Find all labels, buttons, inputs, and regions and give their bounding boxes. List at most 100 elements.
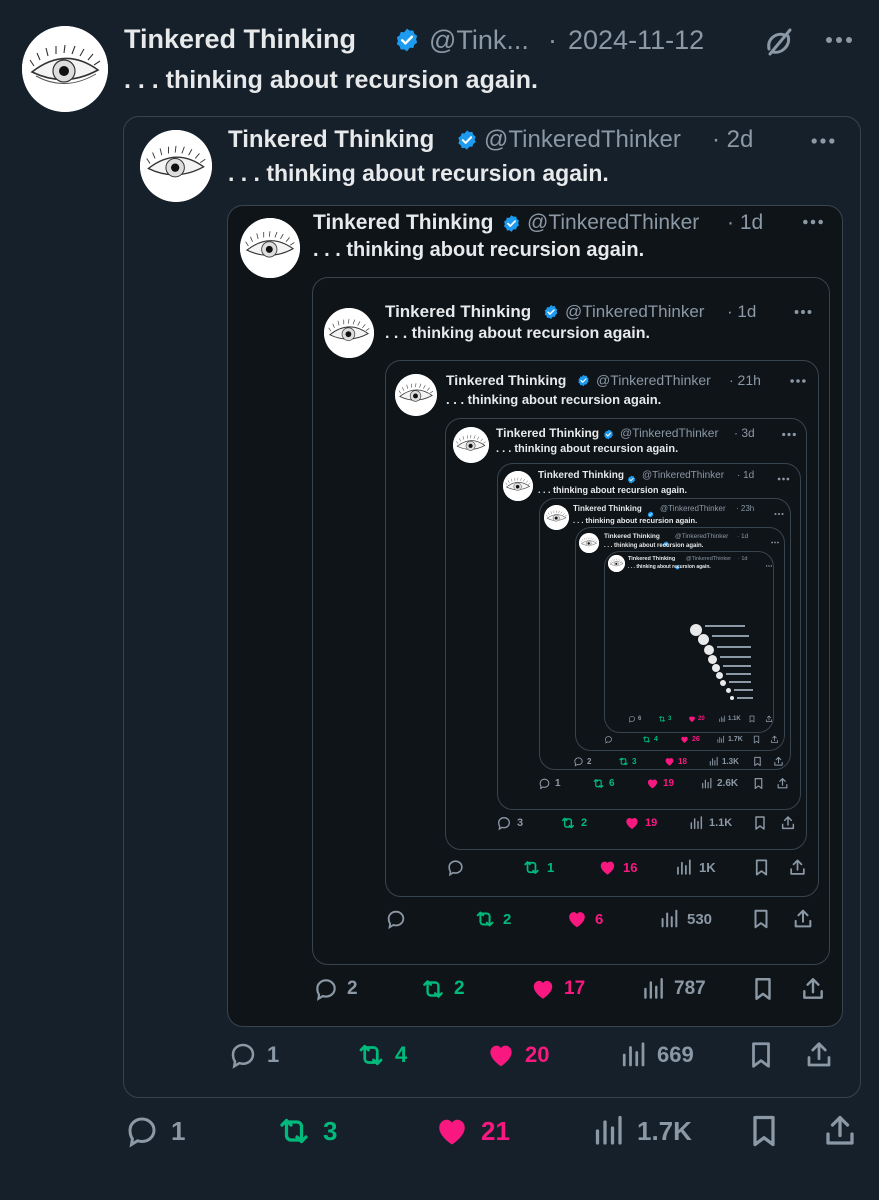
views-button[interactable]: 1.3K [708, 756, 739, 767]
retweet-button[interactable]: 2 [474, 908, 511, 930]
like-button[interactable]: 26 [680, 735, 700, 744]
like-button[interactable]: 18 [664, 756, 687, 767]
share-button[interactable] [800, 976, 826, 1002]
author-name[interactable]: Tinkered Thinking [538, 470, 624, 481]
avatar[interactable] [503, 471, 533, 501]
share-button[interactable] [788, 858, 807, 877]
views-button[interactable]: 1.1K [718, 715, 741, 723]
share-button[interactable] [773, 756, 784, 767]
avatar[interactable] [240, 218, 300, 278]
retweet-button[interactable]: 2 [560, 815, 587, 831]
author-name[interactable]: Tinkered Thinking [573, 504, 642, 513]
more-icon[interactable] [776, 471, 791, 489]
avatar[interactable] [324, 308, 374, 358]
share-button[interactable] [770, 735, 779, 744]
more-icon[interactable] [765, 556, 773, 574]
reply-button[interactable]: 1 [124, 1113, 185, 1149]
like-button[interactable]: 16 [598, 858, 637, 877]
post-time[interactable]: · 21h [729, 372, 761, 388]
share-button[interactable] [780, 815, 796, 831]
author-name[interactable]: Tinkered Thinking [228, 126, 434, 154]
retweet-button[interactable]: 4 [642, 735, 658, 744]
views-button[interactable]: 1.7K [716, 735, 743, 744]
views-button[interactable]: 669 [618, 1040, 694, 1070]
bookmark-button[interactable] [748, 715, 756, 723]
post-time[interactable]: · 1d [727, 302, 756, 322]
post-time[interactable]: · 1d [738, 556, 747, 562]
avatar[interactable] [22, 26, 108, 112]
more-icon[interactable] [788, 374, 808, 392]
reply-button[interactable]: 1 [228, 1040, 279, 1070]
more-icon[interactable] [800, 214, 826, 235]
more-icon[interactable] [780, 427, 798, 445]
author-handle[interactable]: @TinkeredThinker [596, 372, 711, 388]
author-name[interactable]: Tinkered Thinking [124, 24, 356, 55]
reply-button[interactable] [385, 908, 407, 930]
views-button[interactable]: 1K [674, 858, 716, 877]
reply-button[interactable] [604, 735, 613, 744]
more-icon[interactable] [792, 305, 814, 324]
bookmark-button[interactable] [752, 777, 765, 790]
like-button[interactable]: 6 [566, 908, 603, 930]
like-button[interactable]: 21 [434, 1113, 510, 1149]
bookmark-button[interactable] [746, 1113, 782, 1149]
like-button[interactable]: 20 [688, 715, 705, 723]
retweet-button[interactable]: 3 [276, 1113, 337, 1149]
share-button[interactable] [776, 777, 789, 790]
author-name[interactable]: Tinkered Thinking [604, 533, 660, 540]
more-icon[interactable] [773, 505, 785, 523]
author-handle[interactable]: @TinkeredThinker [642, 470, 724, 481]
author-name[interactable]: Tinkered Thinking [628, 556, 675, 562]
reply-button[interactable]: 3 [496, 815, 523, 831]
quoted-tweet[interactable] [604, 551, 774, 733]
views-button[interactable]: 2.6K [700, 777, 738, 790]
avatar[interactable] [395, 374, 437, 416]
like-button[interactable]: 20 [486, 1040, 549, 1070]
post-time[interactable]: · 3d [734, 426, 755, 440]
like-button[interactable]: 19 [624, 815, 657, 831]
views-button[interactable]: 1.1K [688, 815, 732, 831]
grok-icon[interactable] [764, 27, 794, 57]
post-time[interactable]: · 1d [737, 470, 754, 481]
like-button[interactable]: 17 [530, 976, 585, 1002]
author-handle[interactable]: @Tink... [429, 25, 529, 56]
more-icon[interactable] [808, 132, 838, 155]
like-button[interactable]: 19 [646, 777, 674, 790]
author-name[interactable]: Tinkered Thinking [446, 372, 566, 388]
reply-button[interactable] [446, 858, 465, 877]
bookmark-button[interactable] [750, 908, 772, 930]
retweet-button[interactable]: 2 [420, 976, 465, 1002]
views-button[interactable]: 530 [658, 908, 712, 930]
author-name[interactable]: Tinkered Thinking [496, 426, 599, 440]
author-name[interactable]: Tinkered Thinking [385, 302, 531, 322]
author-name[interactable]: Tinkered Thinking [313, 211, 493, 235]
reply-button[interactable]: 2 [313, 976, 358, 1002]
views-button[interactable]: 787 [640, 976, 706, 1002]
author-handle[interactable]: @TinkeredThinker [527, 211, 699, 235]
avatar[interactable] [579, 533, 599, 553]
post-time[interactable]: · 23h [736, 504, 754, 513]
post-time[interactable]: · 2d [712, 126, 753, 154]
bookmark-button[interactable] [746, 1040, 776, 1070]
retweet-button[interactable]: 3 [658, 715, 671, 723]
avatar[interactable] [608, 555, 625, 572]
reply-button[interactable]: 2 [573, 756, 591, 767]
bookmark-button[interactable] [750, 976, 776, 1002]
post-time[interactable]: · 1d [727, 211, 763, 235]
bookmark-button[interactable] [752, 735, 761, 744]
author-handle[interactable]: @TinkeredThinker [660, 504, 726, 513]
retweet-button[interactable]: 4 [356, 1040, 407, 1070]
avatar[interactable] [140, 130, 212, 202]
avatar[interactable] [544, 505, 569, 530]
views-button[interactable]: 1.7K [590, 1113, 692, 1149]
avatar[interactable] [453, 427, 489, 463]
share-button[interactable] [804, 1040, 834, 1070]
author-handle[interactable]: @TinkeredThinker [620, 426, 718, 440]
author-handle[interactable]: @TinkeredThinker [686, 556, 731, 562]
author-handle[interactable]: @TinkeredThinker [675, 533, 728, 540]
author-handle[interactable]: @TinkeredThinker [484, 126, 681, 154]
bookmark-button[interactable] [752, 858, 771, 877]
bookmark-button[interactable] [752, 756, 763, 767]
post-date[interactable]: 2024-11-12 [568, 25, 704, 56]
bookmark-button[interactable] [752, 815, 768, 831]
